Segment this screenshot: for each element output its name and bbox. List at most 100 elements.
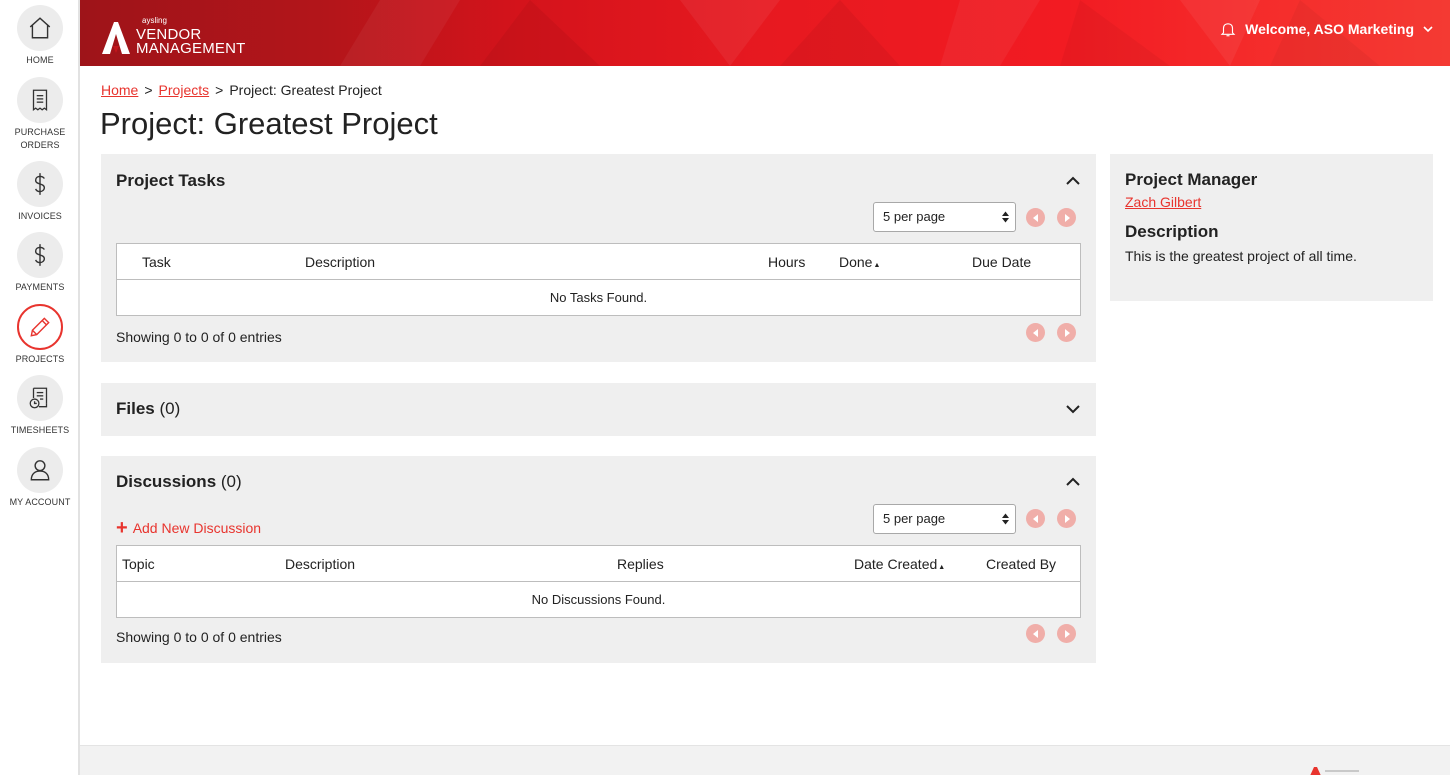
page-title: Project: Greatest Project	[100, 106, 438, 141]
discussions-table: Topic Description Replies Date Created▲ …	[116, 545, 1081, 618]
sidebar-item-home[interactable]: HOME	[0, 5, 80, 67]
sort-up-icon: ▲	[873, 262, 881, 269]
col-topic[interactable]: Topic	[122, 556, 155, 572]
tasks-entries-info: Showing 0 to 0 of 0 entries	[116, 329, 282, 345]
sidebar-item-purchase-orders[interactable]: PURCHASE ORDERS	[0, 77, 80, 152]
tasks-table: Task Description Hours Done▲ Due Date No…	[116, 243, 1081, 316]
col-replies[interactable]: Replies	[617, 556, 664, 572]
sidebar-item-invoices[interactable]: INVOICES	[0, 161, 80, 223]
breadcrumb-separator: >	[215, 82, 224, 98]
col-due-date[interactable]: Due Date	[972, 254, 1031, 270]
tasks-prev-page-button-bottom[interactable]	[1026, 323, 1045, 342]
files-panel[interactable]: Files (0)	[101, 383, 1096, 436]
tasks-per-page-select[interactable]: 5 per page	[873, 202, 1016, 232]
discussions-entries-info: Showing 0 to 0 of 0 entries	[116, 629, 282, 645]
sidebar-item-my-account[interactable]: MY ACCOUNT	[0, 447, 80, 509]
discussions-title: Discussions (0)	[116, 472, 242, 492]
sort-up-icon: ▲	[938, 564, 946, 571]
sidebar-item-label: PROJECTS	[15, 354, 65, 364]
sidebar-item-label: MY ACCOUNT	[9, 497, 71, 507]
caret-right-icon	[1064, 514, 1070, 523]
sidebar-item-label: PURCHASE ORDERS	[14, 127, 66, 150]
discussions-table-header: Topic Description Replies Date Created▲ …	[117, 546, 1080, 582]
user-menu[interactable]: Welcome, ASO Marketing	[1219, 20, 1434, 38]
files-count: (0)	[159, 399, 181, 418]
home-icon	[17, 5, 63, 51]
dollar-icon	[17, 232, 63, 278]
timesheet-icon	[17, 375, 63, 421]
breadcrumb-separator: >	[144, 82, 153, 98]
discussions-count: (0)	[220, 472, 242, 491]
caret-left-icon	[1032, 213, 1038, 222]
footer-logo-icon	[1310, 767, 1359, 775]
sidebar-item-label: HOME	[26, 55, 54, 65]
sidebar-item-label: PAYMENTS	[15, 282, 65, 292]
tasks-table-header: Task Description Hours Done▲ Due Date	[117, 244, 1080, 280]
caret-right-icon	[1064, 629, 1070, 638]
tasks-next-page-button-bottom[interactable]	[1057, 323, 1076, 342]
document-icon	[17, 77, 63, 123]
caret-right-icon	[1064, 328, 1070, 337]
col-hours[interactable]: Hours	[768, 254, 805, 270]
top-header: aysling VENDOR MANAGEMENT Welcome, ASO M…	[80, 0, 1450, 66]
add-discussion-link[interactable]: + Add New Discussion	[116, 517, 262, 539]
breadcrumb-current: Project: Greatest Project	[229, 82, 382, 98]
discussions-next-page-button-bottom[interactable]	[1057, 624, 1076, 643]
chevron-down-icon	[1423, 26, 1433, 33]
discussions-panel: Discussions (0) + Add New Discussion 5 p…	[101, 456, 1096, 663]
logo-line-2: MANAGEMENT	[136, 40, 246, 57]
discussions-next-page-button[interactable]	[1057, 509, 1076, 528]
chevron-down-icon[interactable]	[1064, 400, 1082, 418]
discussions-per-page-select[interactable]: 5 per page	[873, 504, 1016, 534]
bell-icon[interactable]	[1219, 20, 1237, 38]
caret-left-icon	[1032, 629, 1038, 638]
project-description: This is the greatest project of all time…	[1125, 248, 1357, 264]
col-description[interactable]: Description	[305, 254, 375, 270]
col-done: Done	[839, 254, 873, 270]
select-arrows-icon	[1002, 513, 1009, 525]
discussions-prev-page-button-bottom[interactable]	[1026, 624, 1045, 643]
description-heading: Description	[1125, 222, 1219, 241]
files-title-label: Files	[116, 399, 155, 418]
col-date-created-header[interactable]: Date Created▲	[854, 556, 945, 572]
caret-left-icon	[1032, 514, 1038, 523]
app-logo[interactable]: aysling VENDOR MANAGEMENT	[100, 14, 246, 56]
sidebar-item-projects[interactable]: PROJECTS	[0, 304, 80, 366]
sidebar-item-label: TIMESHEETS	[10, 425, 70, 435]
discussions-prev-page-button[interactable]	[1026, 509, 1045, 528]
col-task[interactable]: Task	[142, 254, 171, 270]
dollar-icon	[17, 161, 63, 207]
project-tasks-title: Project Tasks	[116, 171, 226, 190]
col-done-header[interactable]: Done▲	[839, 254, 880, 270]
col-created-by[interactable]: Created By	[986, 556, 1056, 572]
sidebar-item-payments[interactable]: PAYMENTS	[0, 232, 80, 294]
col-description[interactable]: Description	[285, 556, 355, 572]
files-title: Files (0)	[116, 399, 180, 419]
pencil-icon	[17, 304, 63, 350]
breadcrumb-projects-link[interactable]: Projects	[159, 82, 210, 98]
add-discussion-label: Add New Discussion	[132, 520, 262, 536]
welcome-text: Welcome, ASO Marketing	[1245, 21, 1414, 37]
project-manager-heading: Project Manager	[1125, 170, 1258, 189]
chevron-up-icon[interactable]	[1064, 172, 1082, 190]
breadcrumb-home-link[interactable]: Home	[101, 82, 138, 98]
tasks-next-page-button[interactable]	[1057, 208, 1076, 227]
col-date-created: Date Created	[854, 556, 938, 572]
chevron-up-icon[interactable]	[1064, 473, 1082, 491]
plus-icon: +	[116, 517, 128, 539]
tasks-empty-row: No Tasks Found.	[549, 290, 648, 305]
sidebar-nav: HOME PURCHASE ORDERS INVOICES PAYMENTS P…	[0, 0, 80, 775]
logo-mark-icon	[102, 22, 130, 54]
discussions-title-label: Discussions	[116, 472, 217, 491]
page-footer	[80, 745, 1450, 775]
user-icon	[17, 447, 63, 493]
discussions-per-page-value: 5 per page	[883, 511, 946, 526]
tasks-prev-page-button[interactable]	[1026, 208, 1045, 227]
sidebar-item-timesheets[interactable]: TIMESHEETS	[0, 375, 80, 437]
select-arrows-icon	[1002, 211, 1009, 223]
project-tasks-panel: Project Tasks 5 per page Task Descriptio…	[101, 154, 1096, 362]
project-manager-link[interactable]: Zach Gilbert	[1125, 194, 1418, 210]
project-info-panel: Project Manager Zach Gilbert Description…	[1110, 154, 1433, 301]
discussions-empty-row: No Discussions Found.	[531, 592, 666, 607]
breadcrumb: Home > Projects > Project: Greatest Project	[101, 82, 382, 98]
